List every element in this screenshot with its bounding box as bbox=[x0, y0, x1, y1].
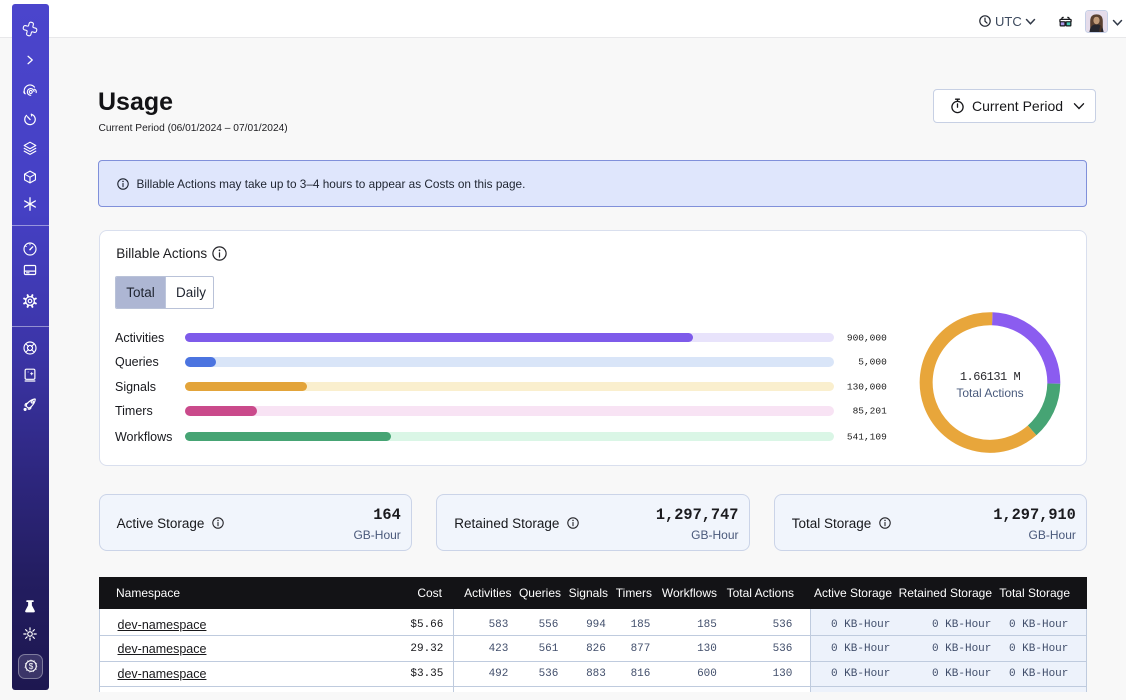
svg-text:$: $ bbox=[28, 662, 33, 671]
